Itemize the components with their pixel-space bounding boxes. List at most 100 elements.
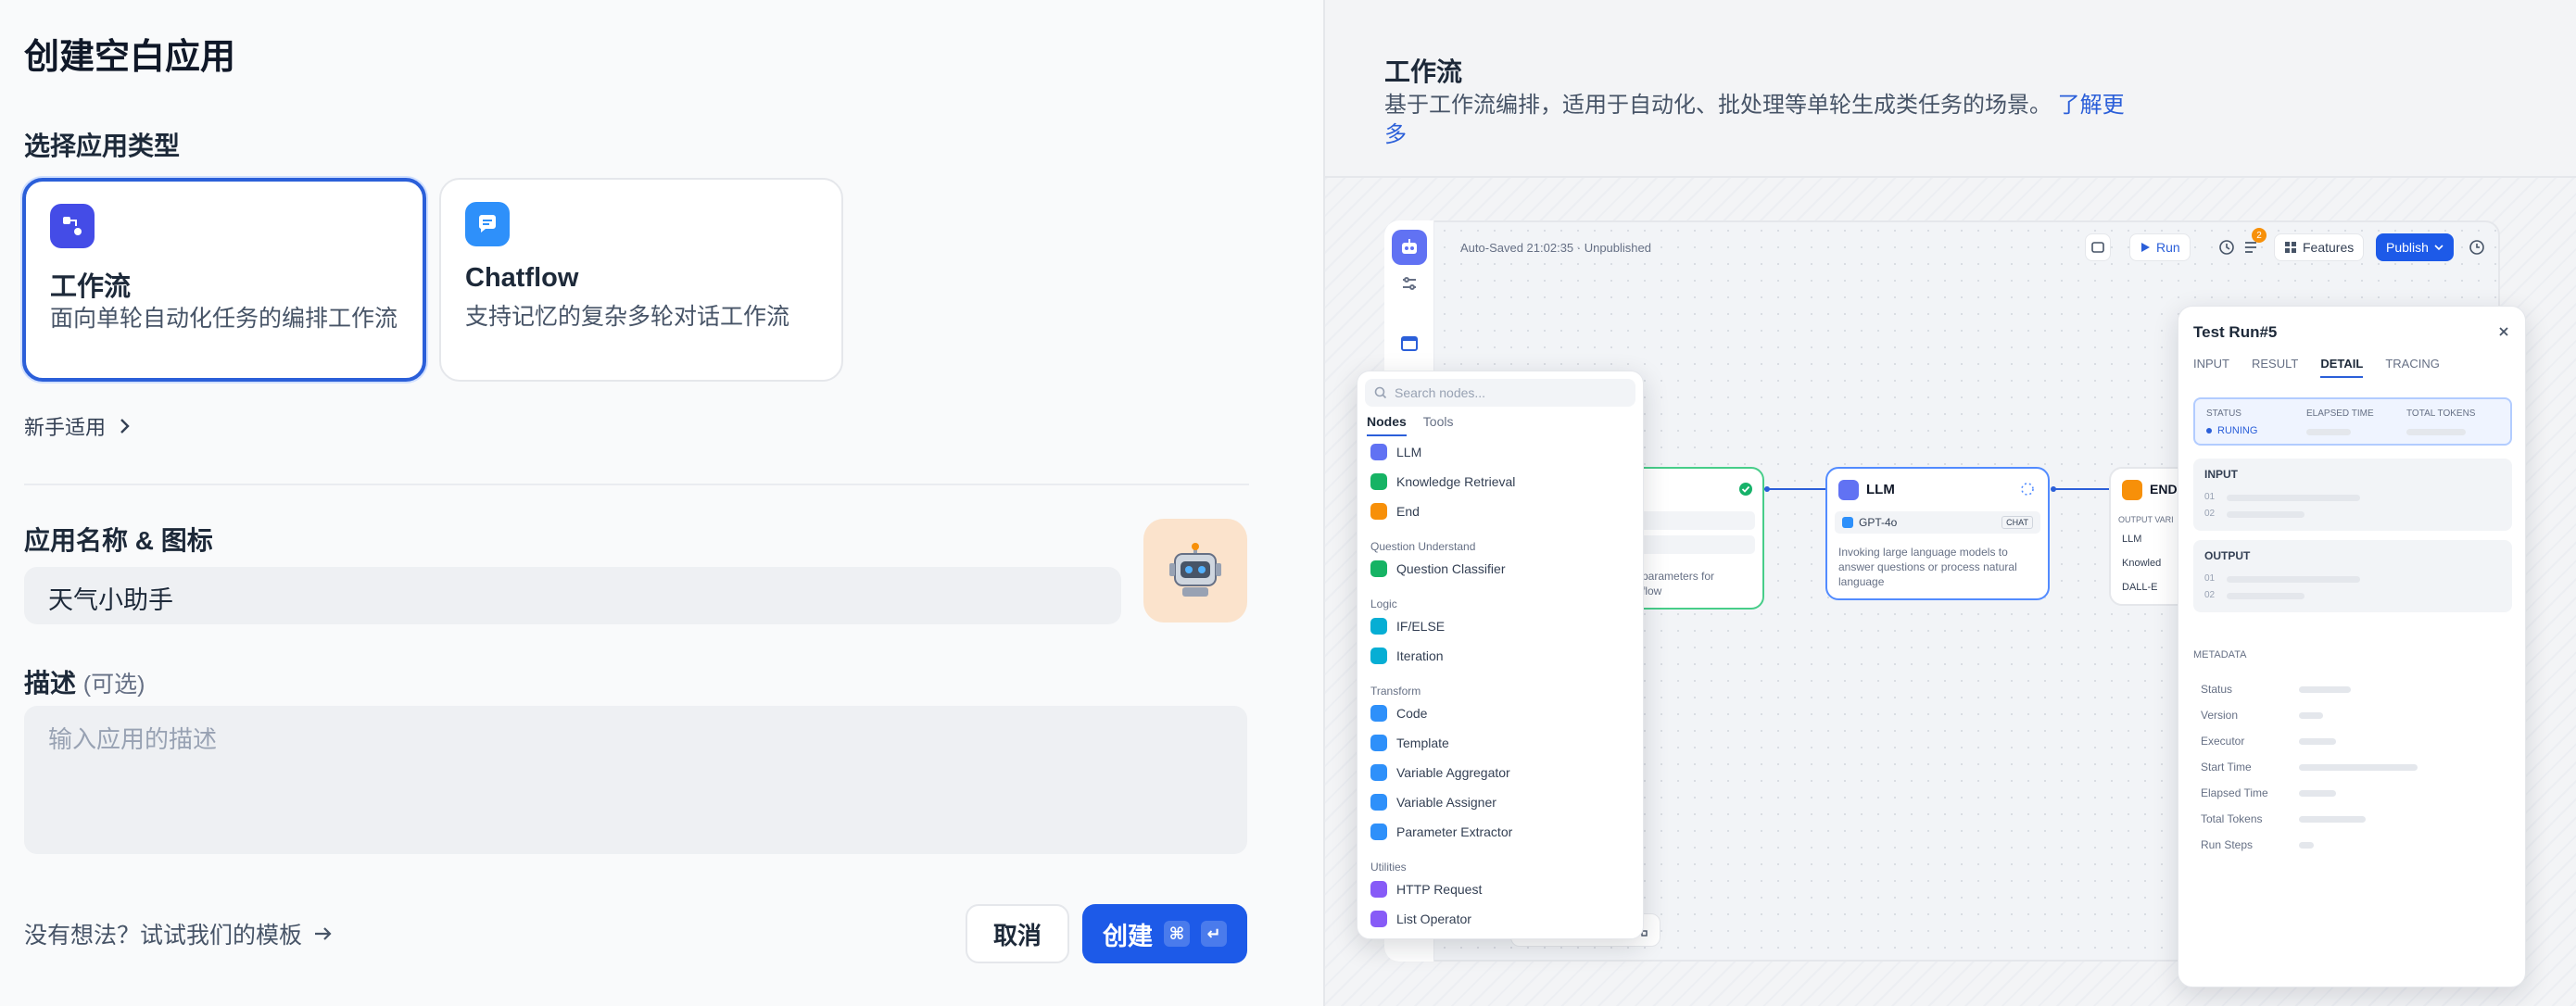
node-item[interactable]: End — [1370, 503, 1420, 520]
node-type-icon — [1370, 560, 1387, 577]
tab-input[interactable]: INPUT — [2193, 357, 2229, 378]
start-node-desc: parameters for flow — [1642, 570, 1715, 597]
search-nodes-input[interactable]: Search nodes... — [1365, 379, 1635, 407]
features-button[interactable]: Features — [2274, 233, 2365, 261]
preview-title: 工作流 — [1384, 57, 1463, 86]
search-icon — [1374, 386, 1387, 399]
node-type-icon — [1370, 794, 1387, 811]
node-type-icon — [1370, 735, 1387, 751]
features-icon — [2285, 242, 2296, 253]
llm-icon — [1838, 480, 1859, 500]
status-value: RUNING — [2206, 425, 2257, 436]
workflow-icon — [50, 204, 95, 248]
tab-tracing[interactable]: TRACING — [2385, 357, 2440, 378]
cancel-button[interactable]: 取消 — [966, 904, 1069, 963]
metadata-row-label: Version — [2201, 709, 2239, 722]
llm-node[interactable]: LLM GPT-4o CHAT Invoking large language … — [1825, 467, 2050, 600]
checklist-icon[interactable]: 2 — [2242, 228, 2267, 260]
chevron-right-icon — [120, 419, 130, 434]
model-selector[interactable]: GPT-4o CHAT — [1835, 511, 2040, 534]
app-type-card-workflow[interactable]: 工作流 面向单轮自动化任务的编排工作流 — [22, 178, 426, 382]
metadata-row-label: Executor — [2201, 735, 2245, 748]
node-item[interactable]: Question Classifier — [1370, 560, 1506, 577]
node-item[interactable]: Parameter Extractor — [1370, 824, 1512, 840]
node-group-label: Question Understand — [1370, 540, 1476, 553]
card-desc: 支持记忆的复杂多轮对话工作流 — [465, 304, 790, 330]
run-title: Test Run#5 — [2193, 323, 2278, 341]
create-form: 创建空白应用 选择应用类型 工作流 面向单轮自动化任务的编排工作流 Chatfl… — [0, 0, 1323, 1006]
node-type-icon — [1370, 618, 1387, 635]
create-button[interactable]: 创建 ⌘ ↵ — [1082, 904, 1247, 963]
node-type-icon — [1370, 824, 1387, 840]
page-title: 创建空白应用 — [24, 38, 236, 77]
settings-icon — [1403, 277, 1416, 290]
app-type-label: 选择应用类型 — [24, 132, 181, 160]
arrow-right-icon — [315, 927, 332, 940]
test-run-panel: Test Run#5 INPUT RESULT DETAIL TRACING S… — [2178, 306, 2526, 987]
type-preview: 工作流 基于工作流编排，适用于自动化、批处理等单轮生成类任务的场景。 了解更多 … — [1323, 0, 2576, 1006]
node-type-icon — [1370, 503, 1387, 520]
node-type-icon — [1370, 648, 1387, 664]
metadata-row-label: Run Steps — [2201, 838, 2254, 851]
node-item[interactable]: Template — [1370, 735, 1449, 751]
node-group-label: Logic — [1370, 597, 1397, 610]
app-name-label: 应用名称 & 图标 — [24, 526, 213, 555]
loading-icon — [2021, 483, 2034, 496]
app-icon-picker[interactable] — [1143, 519, 1247, 622]
node-item[interactable]: HTTP Request — [1370, 881, 1482, 898]
tab-tools[interactable]: Tools — [1423, 414, 1454, 436]
node-type-icon — [1370, 911, 1387, 927]
optional-tag: (可选) — [82, 672, 145, 698]
node-item[interactable]: IF/ELSE — [1370, 618, 1445, 635]
card-desc: 面向单轮自动化任务的编排工作流 — [50, 306, 398, 332]
description-textarea[interactable]: 输入应用的描述 — [24, 706, 1247, 854]
node-item[interactable]: Variable Assigner — [1370, 794, 1496, 811]
robot-icon — [1169, 543, 1221, 597]
chatflow-icon — [465, 202, 510, 246]
template-link[interactable]: 没有想法？试试我们的模板 — [24, 917, 334, 950]
app-robot-icon — [1392, 230, 1427, 265]
toolbar-env-button[interactable] — [2085, 233, 2111, 261]
card-title: 工作流 — [50, 272, 132, 302]
desc-label: 描述 (可选) — [24, 669, 145, 698]
history-icon[interactable] — [2218, 239, 2235, 260]
card-title: Chatflow — [465, 263, 579, 293]
tab-detail[interactable]: DETAIL — [2320, 357, 2364, 378]
node-type-icon — [1370, 473, 1387, 490]
app-name-input[interactable]: 天气小助手 — [24, 567, 1121, 624]
run-tabs: INPUT RESULT DETAIL TRACING — [2193, 357, 2440, 378]
metadata-row-label: Status — [2201, 683, 2233, 696]
run-button[interactable]: Run — [2129, 233, 2191, 261]
app-type-card-chatflow[interactable]: Chatflow 支持记忆的复杂多轮对话工作流 — [439, 178, 843, 382]
node-type-icon — [1370, 705, 1387, 722]
output-section: OUTPUT 01 02 — [2193, 540, 2512, 612]
preview-desc: 基于工作流编排，适用于自动化、批处理等单轮生成类任务的场景。 了解更多 — [1384, 93, 2125, 147]
newbie-label: 新手适用 — [24, 416, 107, 439]
cmd-key-icon: ⌘ — [1164, 921, 1190, 947]
tab-nodes[interactable]: Nodes — [1367, 414, 1407, 436]
node-item[interactable]: Iteration — [1370, 648, 1444, 664]
metadata-row-label: Elapsed Time — [2201, 786, 2268, 799]
node-item[interactable]: LLM — [1370, 444, 1421, 460]
node-item[interactable]: Code — [1370, 705, 1427, 722]
version-history-icon[interactable] — [2469, 239, 2485, 260]
node-item[interactable]: Variable Aggregator — [1370, 764, 1510, 781]
node-item[interactable]: Knowledge Retrieval — [1370, 473, 1515, 490]
newbie-toggle[interactable]: 新手适用 — [24, 411, 132, 441]
publish-button[interactable]: Publish — [2376, 233, 2454, 261]
gpt-icon — [1842, 517, 1853, 528]
close-icon[interactable] — [2497, 325, 2510, 338]
metadata-row-label: Start Time — [2201, 761, 2252, 773]
play-icon — [2141, 243, 2150, 252]
create-app-dialog: 创建空白应用 选择应用类型 工作流 面向单轮自动化任务的编排工作流 Chatfl… — [0, 0, 2576, 1006]
status-card: STATUS ELAPSED TIME TOTAL TOKENS RUNING — [2193, 397, 2512, 446]
metadata-row-label: Total Tokens — [2201, 812, 2263, 825]
node-group-label: Utilities — [1370, 861, 1407, 874]
node-item[interactable]: List Operator — [1370, 911, 1471, 927]
add-node-menu: Search nodes... Nodes Tools LLM Knowledge… — [1357, 371, 1644, 939]
end-icon — [2122, 480, 2142, 500]
node-group-label: Transform — [1370, 685, 1421, 698]
window-icon — [1401, 336, 1418, 351]
divider — [24, 484, 1249, 485]
tab-result[interactable]: RESULT — [2252, 357, 2298, 378]
